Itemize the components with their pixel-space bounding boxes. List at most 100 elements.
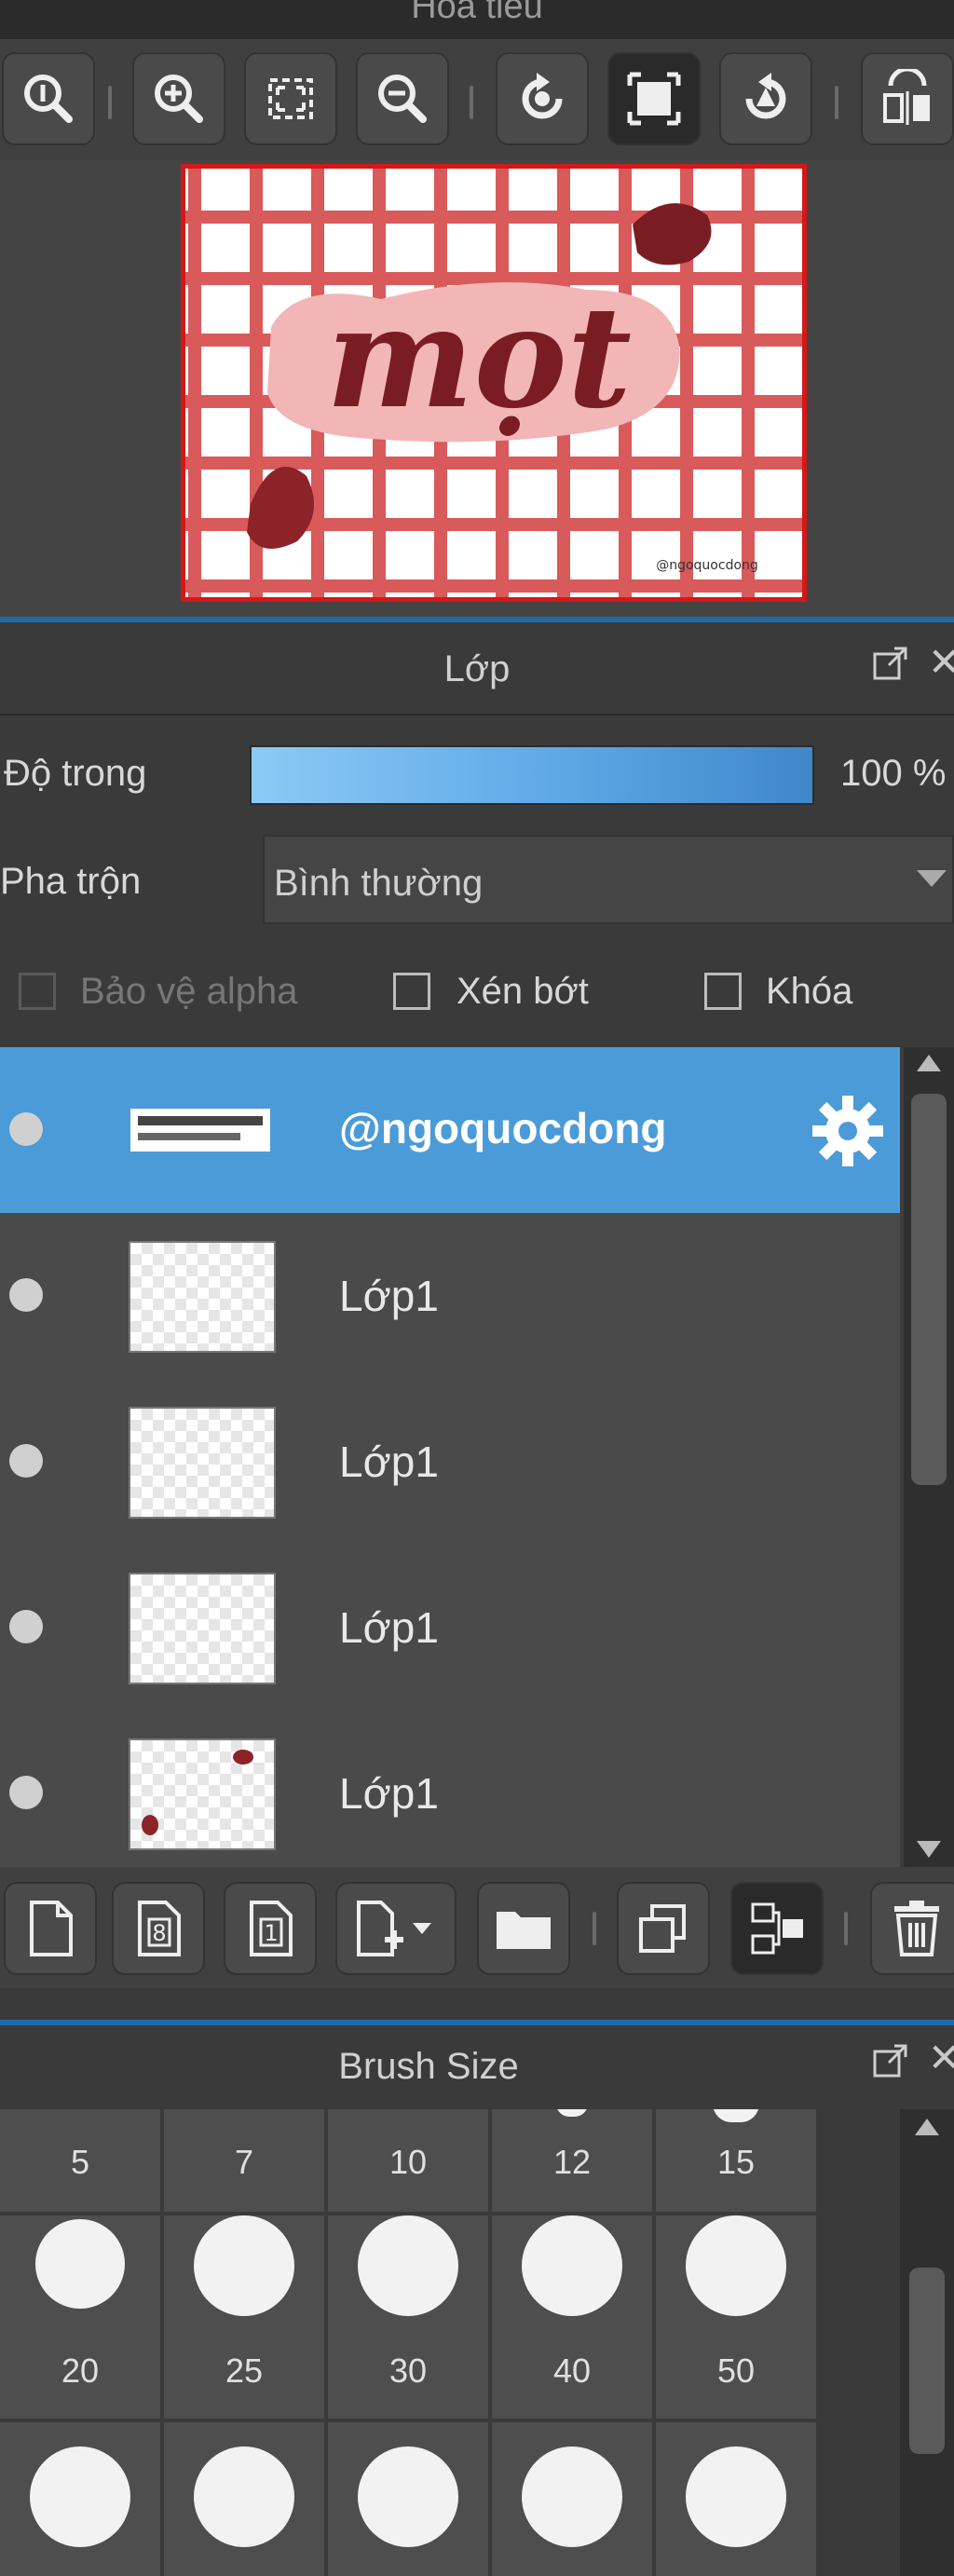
brush-grid-scrollbar[interactable] <box>900 2109 954 2576</box>
folder-icon <box>497 1912 551 1949</box>
canvas-lettering: mọt <box>326 276 632 440</box>
rotate-right-button[interactable] <box>719 52 812 145</box>
brush-dot <box>522 2447 622 2547</box>
brush-size-cell[interactable]: 7 <box>164 2109 328 2215</box>
scrollbar-thumb[interactable] <box>911 1094 947 1485</box>
canvas-preview[interactable]: mọt @ngoquocdong <box>181 164 807 602</box>
add-layer-menu-button[interactable] <box>335 1882 457 1975</box>
zoom-in-button[interactable] <box>132 52 225 145</box>
popout-icon[interactable] <box>872 645 909 682</box>
opacity-value: 100 % <box>840 753 947 794</box>
opacity-label: Độ trong <box>4 753 147 794</box>
layer-row[interactable]: Lớp1 <box>0 1545 900 1713</box>
brush-size-cell[interactable] <box>0 2422 164 2576</box>
rotate-left-button[interactable] <box>496 52 589 145</box>
layer-row[interactable]: @ngoquocdong <box>0 1047 900 1216</box>
brush-dot <box>556 2109 588 2117</box>
layer-name: Lớp1 <box>339 1438 439 1486</box>
protect-alpha-checkbox[interactable] <box>19 973 56 1010</box>
brush-size-cell[interactable] <box>656 2422 820 2576</box>
zoom-out-icon <box>378 75 427 123</box>
brush-size-cell[interactable]: 10 <box>328 2109 492 2215</box>
brush-dot <box>30 2447 130 2547</box>
zoom-actual-icon <box>24 75 73 123</box>
layer-row[interactable]: Lớp1 <box>0 1213 900 1382</box>
brush-size-cell[interactable]: 40 <box>492 2215 656 2422</box>
brush-size-cell[interactable]: 15 <box>656 2109 820 2215</box>
brush-dot <box>194 2215 294 2316</box>
brush-size-cell[interactable]: 25 <box>164 2215 328 2422</box>
layer-list-scrollbar[interactable] <box>904 1047 954 1867</box>
clipping-checkbox[interactable] <box>393 973 430 1010</box>
blend-mode-value: Bình thường <box>274 863 484 904</box>
zoom-out-button[interactable] <box>356 52 449 145</box>
visibility-icon[interactable] <box>9 1776 43 1809</box>
fit-screen-icon <box>268 78 313 119</box>
duplicate-icon <box>639 1904 686 1953</box>
brush-dot <box>686 2447 786 2547</box>
brush-size-grid: 5 7 10 12 15 20 25 30 40 50 <box>0 2109 900 2576</box>
layer-8bit-icon: 8 <box>138 1901 181 1956</box>
close-icon[interactable]: ✕ <box>928 639 954 685</box>
layer-name: Lớp1 <box>339 1272 439 1320</box>
layer-thumbnail <box>129 1075 276 1187</box>
merge-icon <box>751 1902 803 1955</box>
brush-size-cell[interactable]: 50 <box>656 2215 820 2422</box>
visibility-icon[interactable] <box>9 1278 43 1312</box>
toolbar-separator <box>470 86 473 119</box>
popout-icon[interactable] <box>872 2042 909 2079</box>
layer-thumbnail <box>129 1407 276 1519</box>
canvas-artwork: mọt @ngoquocdong <box>185 169 802 597</box>
clipping-label: Xén bớt <box>457 971 589 1012</box>
visibility-icon[interactable] <box>9 1112 43 1146</box>
new-8bit-layer-button[interactable]: 8 <box>112 1882 205 1975</box>
reset-view-button[interactable] <box>607 52 701 145</box>
scroll-up-icon[interactable] <box>915 2119 939 2135</box>
brush-size-cell[interactable]: 12 <box>492 2109 656 2215</box>
brush-dot <box>522 2215 622 2316</box>
brush-size-cell[interactable] <box>492 2422 656 2576</box>
layer-panel-title: Lớp <box>443 648 511 689</box>
trash-icon <box>894 1901 939 1956</box>
brush-size-cell[interactable]: 20 <box>0 2215 164 2422</box>
gear-icon[interactable] <box>809 1092 887 1170</box>
add-page-icon <box>357 1901 431 1956</box>
zoom-actual-button[interactable] <box>2 52 95 145</box>
brush-size-cell[interactable]: 30 <box>328 2215 492 2422</box>
flip-horizontal-button[interactable] <box>861 52 954 145</box>
lock-label: Khóa <box>766 971 853 1012</box>
fit-screen-button[interactable] <box>244 52 337 145</box>
brush-dot <box>35 2219 125 2309</box>
new-folder-button[interactable] <box>477 1882 570 1975</box>
visibility-icon[interactable] <box>9 1444 43 1478</box>
blend-mode-select[interactable]: Bình thường <box>263 835 954 924</box>
brush-panel-header: Brush Size ✕ <box>0 2025 954 2109</box>
brush-size-cell[interactable] <box>328 2422 492 2576</box>
layer-row[interactable]: Lớp1 <box>0 1379 900 1547</box>
brush-size-label: 7 <box>234 2143 254 2181</box>
new-1bit-layer-button[interactable]: 1 <box>224 1882 317 1975</box>
opacity-slider[interactable] <box>250 745 814 805</box>
toolbar-separator <box>593 1912 596 1945</box>
new-layer-button[interactable] <box>4 1882 97 1975</box>
merge-layer-button[interactable] <box>730 1882 824 1975</box>
duplicate-layer-button[interactable] <box>617 1882 710 1975</box>
delete-layer-button[interactable] <box>870 1882 954 1975</box>
svg-text:1: 1 <box>264 1920 278 1946</box>
layer-thumbnail <box>129 1738 276 1850</box>
brush-size-label: 50 <box>716 2351 756 2390</box>
protect-alpha-label: Bảo vệ alpha <box>80 971 298 1012</box>
brush-size-cell[interactable]: 5 <box>0 2109 164 2215</box>
close-icon[interactable]: ✕ <box>928 2035 954 2080</box>
flip-horizontal-icon <box>883 69 930 125</box>
scroll-down-icon[interactable] <box>917 1841 941 1858</box>
brush-dot <box>358 2447 458 2547</box>
brush-size-cell[interactable] <box>164 2422 328 2576</box>
scrollbar-thumb[interactable] <box>909 2268 945 2454</box>
lock-checkbox[interactable] <box>704 973 742 1010</box>
scroll-up-icon[interactable] <box>917 1055 941 1071</box>
visibility-icon[interactable] <box>9 1610 43 1643</box>
navigator-title: Hoa tiêu <box>411 0 543 26</box>
toolbar-separator <box>835 86 838 119</box>
layer-row[interactable]: Lớp1 <box>0 1711 900 1867</box>
